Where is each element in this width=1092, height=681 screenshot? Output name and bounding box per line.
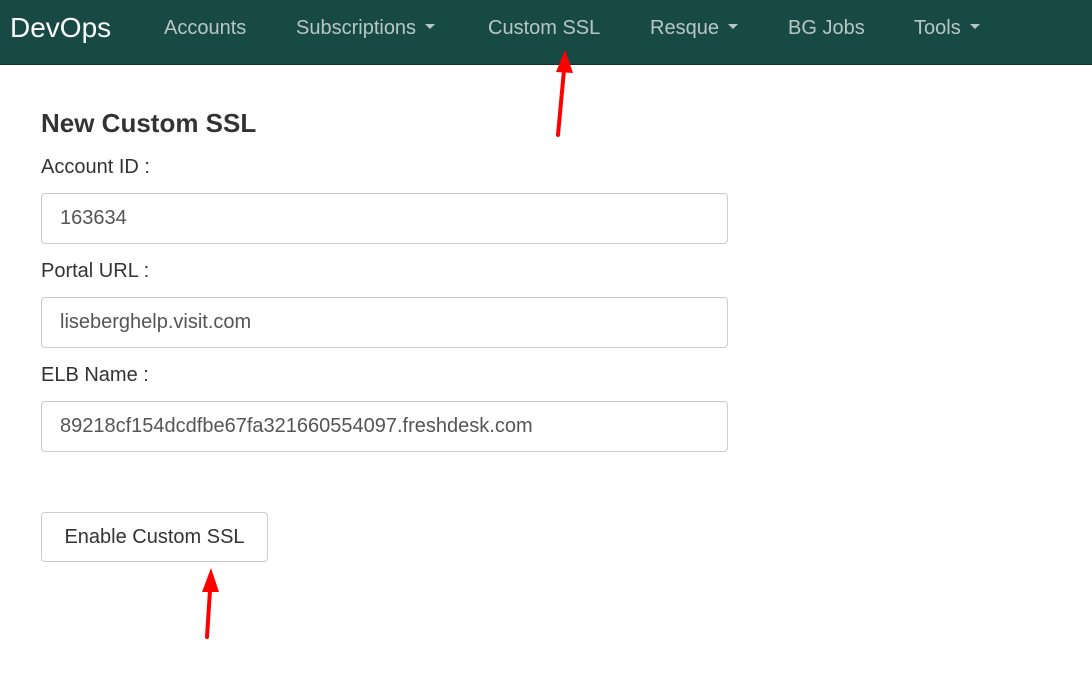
- brand-logo[interactable]: DevOps: [10, 12, 111, 44]
- elb-name-field[interactable]: [41, 401, 728, 452]
- nav-item-subscriptions[interactable]: Subscriptions: [296, 16, 436, 40]
- nav-item-label: Resque: [650, 17, 719, 39]
- nav-item-resque[interactable]: Resque: [650, 16, 738, 40]
- nav-item-label: Custom SSL: [488, 17, 601, 39]
- caret-down-icon: [727, 24, 738, 30]
- arrow-to-enable-button: [202, 568, 219, 639]
- caret-down-icon: [969, 24, 980, 30]
- nav-item-bg-jobs[interactable]: BG Jobs: [788, 16, 865, 40]
- account-id-label: Account ID :: [41, 156, 150, 178]
- caret-down-icon: [425, 24, 436, 30]
- nav-item-custom-ssl[interactable]: Custom SSL: [488, 16, 600, 40]
- page-title: New Custom SSL: [41, 108, 257, 138]
- portal-url-field[interactable]: [41, 297, 728, 348]
- enable-custom-ssl-button[interactable]: Enable Custom SSL: [41, 512, 268, 562]
- portal-url-label: Portal URL :: [41, 260, 150, 282]
- nav-item-label: BG Jobs: [788, 17, 865, 39]
- nav-item-label: Accounts: [164, 17, 247, 39]
- nav-item-label: Subscriptions: [296, 17, 417, 39]
- top-navbar: DevOps Accounts Subscriptions Custom SSL…: [0, 0, 1092, 65]
- nav-item-label: Tools: [914, 17, 961, 39]
- account-id-field[interactable]: [41, 193, 728, 244]
- elb-name-label: ELB Name :: [41, 364, 149, 386]
- nav-item-accounts[interactable]: Accounts: [164, 16, 246, 40]
- nav-item-tools[interactable]: Tools: [914, 16, 980, 40]
